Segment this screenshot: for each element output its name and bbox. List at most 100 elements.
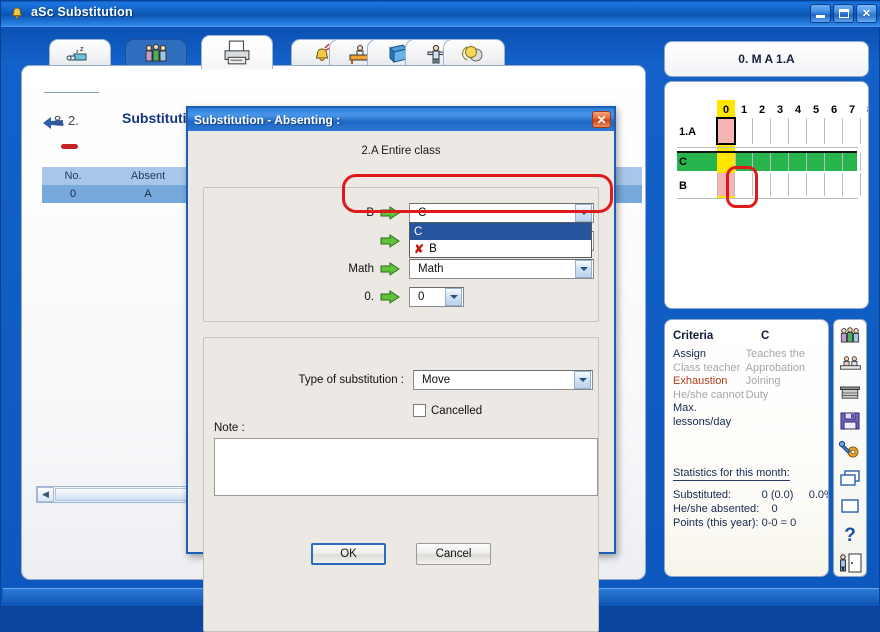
criteria-subject: C (761, 330, 770, 342)
selected-cell-outline (716, 117, 736, 145)
rail-teachers-button[interactable] (836, 323, 864, 349)
grid-cell[interactable] (735, 153, 753, 171)
scroll-left-button[interactable]: ◀ (37, 487, 54, 502)
save-floppy-icon (840, 412, 860, 430)
chevron-down-icon[interactable] (574, 371, 591, 389)
rail-settings-button[interactable] (836, 436, 864, 462)
rail-classrooms-button[interactable] (836, 380, 864, 406)
type-value: Move (422, 374, 451, 386)
criteria-max-lessons: Max. lessons/day (673, 402, 732, 428)
cancelled-label: Cancelled (431, 404, 483, 417)
dialog-close-button[interactable]: ✕ (592, 111, 611, 128)
grid-cell[interactable] (753, 173, 771, 196)
criteria-rows: Assign Teaches the Class teacher Approba… (673, 348, 820, 429)
criteria-exhaustion: Exhaustion (673, 375, 728, 387)
grid-cell[interactable] (825, 153, 843, 171)
svg-text:z: z (80, 46, 84, 53)
grid-cell[interactable] (789, 173, 807, 196)
cancelled-checkbox[interactable] (413, 404, 426, 417)
grid-row-class[interactable] (717, 118, 868, 144)
substitution-row-1: B C (204, 203, 598, 223)
chevron-down-icon[interactable] (575, 204, 592, 222)
substitution-row-lesson: 0. 0 (204, 287, 598, 307)
dropdown-option-b-label: B (429, 242, 437, 255)
tab-absence[interactable]: z z (49, 39, 111, 67)
ok-button[interactable]: OK (311, 543, 386, 565)
people-group-icon (840, 327, 860, 343)
cancelled-row[interactable]: Cancelled (413, 404, 482, 417)
grid-cell[interactable] (753, 153, 771, 171)
rail-save-button[interactable] (836, 408, 864, 434)
col-0: 0 (717, 104, 735, 116)
lesson-combo[interactable]: 0 (409, 287, 464, 307)
grid-cell[interactable] (843, 153, 861, 171)
maximize-button[interactable] (833, 4, 854, 23)
grid-cell[interactable] (735, 173, 753, 196)
grid-cell[interactable] (807, 173, 825, 196)
grid-cell[interactable] (771, 153, 789, 171)
tab-print[interactable] (201, 35, 273, 69)
close-button[interactable]: ✕ (856, 4, 877, 23)
grid-row-teacher-c[interactable] (735, 153, 868, 171)
criteria-joining: Joining (745, 375, 781, 387)
criteria-row: Assign Teaches the (673, 348, 820, 362)
schedule-header: 0. M A 1.A (664, 41, 869, 77)
cancel-button[interactable]: Cancel (416, 543, 491, 565)
dropdown-option-b[interactable]: ✘ B (410, 240, 591, 257)
grid-cell[interactable] (861, 153, 868, 171)
settings-wrench-icon (838, 441, 859, 458)
grid-cell[interactable] (807, 153, 825, 171)
grid-cell[interactable] (825, 118, 843, 144)
tab-clock[interactable] (443, 39, 505, 67)
note-textarea[interactable] (214, 438, 598, 496)
substitution-dialog: Substitution - Absenting : ✕ 2.A Entire … (186, 106, 616, 632)
grid-column-headers: 0 1 2 3 4 5 6 7 8 (717, 104, 868, 116)
grid-divider (677, 147, 858, 148)
rail-exit-button[interactable] (836, 550, 864, 576)
dropdown-option-c[interactable]: C (410, 223, 591, 240)
page-title: Substituti (122, 110, 187, 126)
grid-cell[interactable] (861, 173, 868, 196)
grid-cell[interactable] (861, 118, 868, 144)
grid-cell[interactable] (789, 153, 807, 171)
red-marker (61, 144, 78, 149)
chevron-down-icon[interactable] (445, 288, 462, 306)
grid-row-teacher-b[interactable] (717, 173, 868, 196)
grid-cell[interactable] (843, 118, 861, 144)
grid-cell[interactable] (825, 173, 843, 196)
grid-cell[interactable] (771, 173, 789, 196)
grid-cell[interactable] (753, 118, 771, 144)
dialog-titlebar: Substitution - Absenting : ✕ (188, 108, 614, 131)
bell-icon (12, 7, 22, 19)
type-label: Type of substitution : (298, 374, 404, 386)
rail-help-button[interactable]: ? (836, 521, 864, 547)
grid-cell[interactable] (771, 118, 789, 144)
subject-combo[interactable]: Math (409, 259, 594, 279)
statistics-title: Statistics for this month: (673, 467, 790, 481)
teacher-dropdown-list[interactable]: C ✘ B (409, 222, 592, 258)
type-of-substitution-combo[interactable]: Move (413, 370, 593, 390)
grid-cell[interactable] (789, 118, 807, 144)
col-1: 1 (740, 104, 748, 116)
grid-cell[interactable] (717, 173, 735, 196)
grid-cell[interactable] (735, 118, 753, 144)
chevron-down-icon[interactable] (575, 260, 592, 278)
divider (44, 92, 99, 93)
page-number: 2. (68, 113, 79, 128)
substitute-teacher-combo[interactable]: C (409, 203, 594, 223)
criteria-row: Max. lessons/day (673, 402, 820, 429)
col-8: 8 (861, 104, 868, 116)
tab-teachers[interactable] (125, 39, 187, 67)
rail-cascade-button[interactable] (836, 465, 864, 491)
grid-cell[interactable] (843, 173, 861, 196)
minimize-button[interactable] (810, 4, 831, 23)
rail-classes-button[interactable] (836, 351, 864, 377)
rail-window-button[interactable] (836, 493, 864, 519)
lesson-label: 0. (364, 291, 374, 303)
dropdown-option-c-label: C (414, 225, 423, 238)
printer-icon (224, 40, 250, 64)
sleeping-bed-icon: z z (66, 46, 87, 60)
grid-cell[interactable] (807, 118, 825, 144)
dialog-title: Substitution - Absenting : (194, 112, 341, 127)
note-label: Note : (214, 422, 245, 434)
